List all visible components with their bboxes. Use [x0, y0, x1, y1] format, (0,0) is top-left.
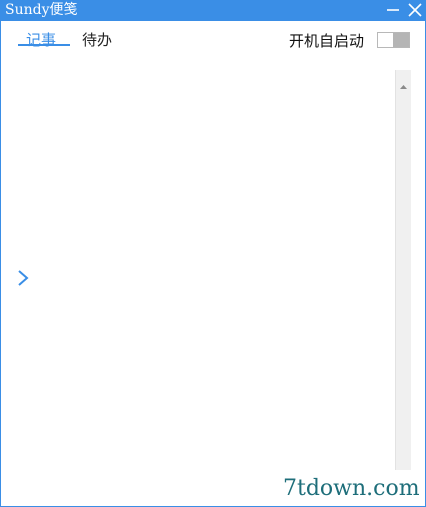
autostart-label: 开机自启动	[289, 32, 365, 50]
chevron-right-icon	[18, 270, 29, 286]
active-tab-indicator	[18, 44, 70, 46]
window-title: Sundy便笺	[5, 2, 78, 18]
title-bar[interactable]: Sundy便笺	[1, 0, 426, 21]
scroll-up-arrow-icon[interactable]	[399, 75, 408, 89]
close-icon	[408, 3, 422, 17]
watermark-text: 7tdown.com	[281, 476, 422, 502]
app-window: Sundy便笺 记事 待办 开机自启动 7tdown.com	[0, 0, 426, 507]
expand-sidebar-button[interactable]	[16, 268, 30, 288]
close-button[interactable]	[407, 2, 423, 18]
vertical-scrollbar[interactable]	[395, 70, 411, 470]
minimize-icon	[387, 9, 399, 11]
tab-todo[interactable]: 待办	[82, 31, 112, 49]
minimize-button[interactable]	[385, 2, 401, 18]
autostart-toggle[interactable]	[377, 32, 410, 48]
tab-notes[interactable]: 记事	[26, 31, 56, 49]
toggle-knob	[393, 33, 409, 47]
